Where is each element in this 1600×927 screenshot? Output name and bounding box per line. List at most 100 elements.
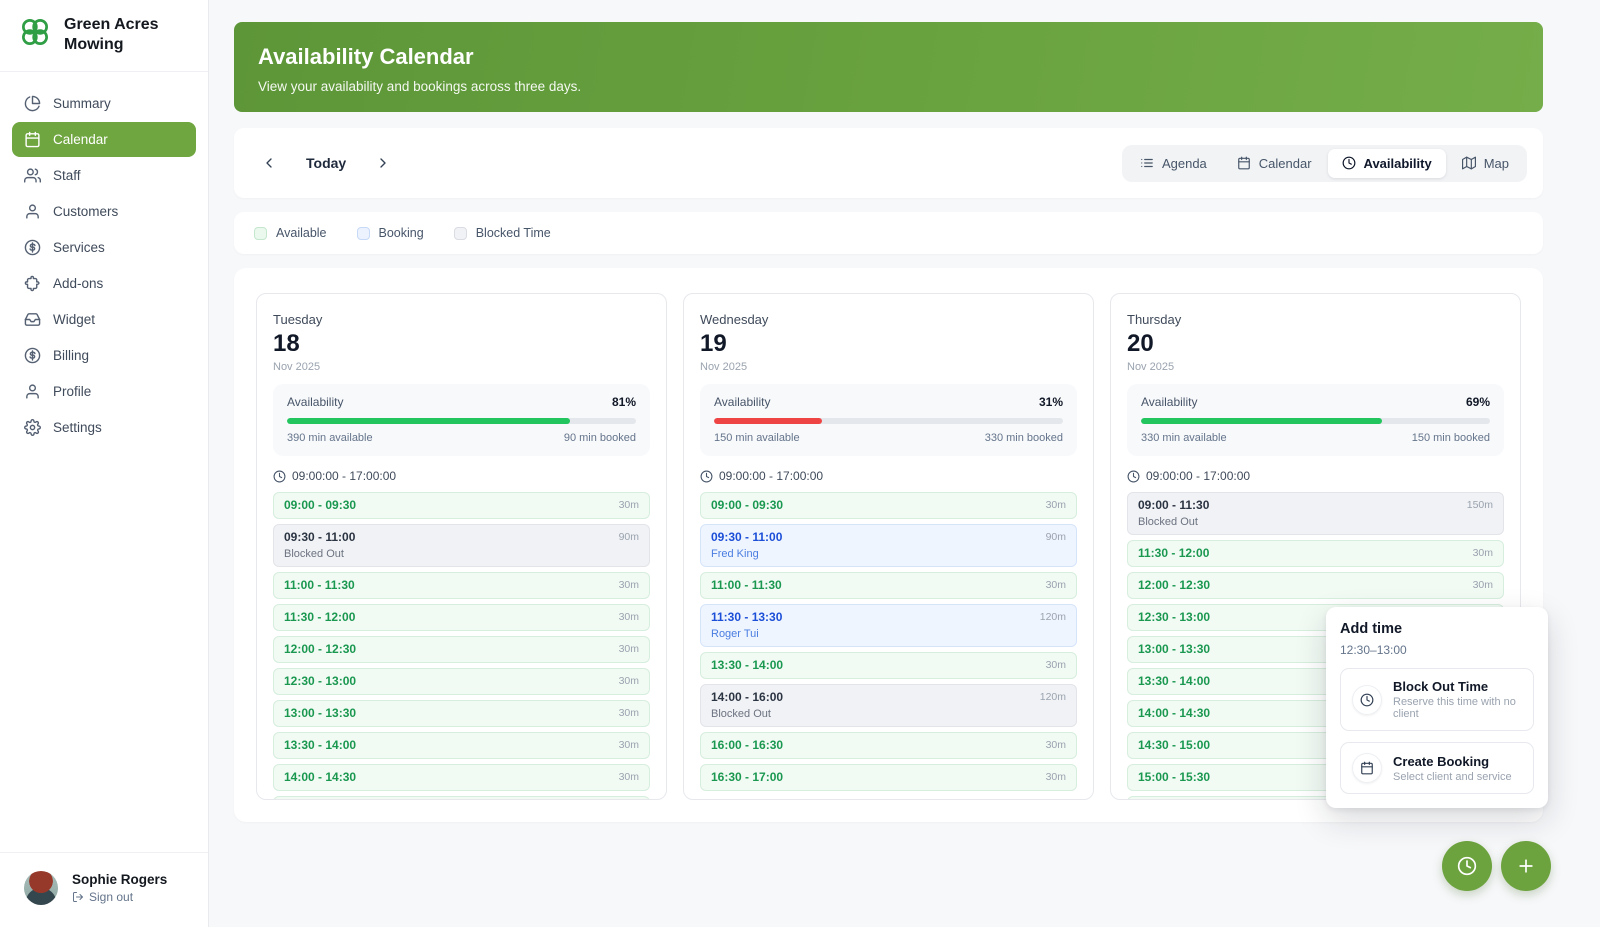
legend-swatch-available	[254, 227, 267, 240]
legend-label: Booking	[379, 226, 424, 240]
slot-time: 13:00 - 13:30	[1138, 642, 1210, 657]
day-month: Nov 2025	[700, 361, 1077, 373]
sidebar-item-calendar[interactable]: Calendar	[12, 122, 196, 157]
time-slot[interactable]: 14:30 - 15:00 30m	[273, 796, 650, 799]
avatar[interactable]	[24, 871, 58, 905]
working-hours-label: 09:00:00 - 17:00:00	[292, 469, 396, 483]
day-name: Thursday	[1127, 312, 1504, 327]
popup-option-create-booking[interactable]: Create Booking Select client and service	[1340, 742, 1534, 794]
slot-duration: 30m	[1046, 658, 1066, 673]
tab-agenda[interactable]: Agenda	[1126, 149, 1221, 178]
time-slot[interactable]: 09:00 - 11:30 Blocked Out 150m	[1127, 492, 1504, 535]
date-navigation: Today	[254, 148, 398, 178]
option-icon-wrap	[1352, 685, 1382, 715]
dollar-icon	[24, 347, 41, 364]
time-slot[interactable]: 13:30 - 14:00 30m	[700, 652, 1077, 679]
signout-button[interactable]: Sign out	[72, 890, 167, 904]
availability-fab[interactable]	[1442, 841, 1492, 891]
time-slot[interactable]: 12:30 - 13:00 30m	[273, 668, 650, 695]
time-slot[interactable]: 09:00 - 09:30 30m	[700, 492, 1077, 519]
time-slot[interactable]: 09:30 - 11:00 Fred King 90m	[700, 524, 1077, 567]
sidebar-item-label: Summary	[53, 96, 111, 111]
time-slot[interactable]: 11:30 - 12:00 30m	[273, 604, 650, 631]
time-slot[interactable]: 13:30 - 14:00 30m	[273, 732, 650, 759]
puzzle-icon	[24, 275, 41, 292]
sidebar-item-label: Staff	[53, 168, 81, 183]
availability-label: Availability	[287, 395, 343, 409]
legend-swatch-blocked	[454, 227, 467, 240]
sidebar-item-staff[interactable]: Staff	[12, 158, 196, 193]
signout-icon	[72, 891, 84, 903]
dollar-icon	[24, 239, 41, 256]
slot-time: 09:00 - 11:30	[1138, 498, 1209, 513]
sidebar: Green Acres Mowing Summary Calendar Staf…	[0, 0, 209, 927]
slot-time: 11:00 - 11:30	[284, 578, 355, 593]
slot-time: 13:30 - 14:00	[711, 658, 783, 673]
pie-icon	[24, 95, 41, 112]
time-slot[interactable]: 16:00 - 16:30 30m	[700, 732, 1077, 759]
time-slot[interactable]: 14:00 - 16:00 Blocked Out 120m	[700, 684, 1077, 727]
time-slot[interactable]: 11:00 - 11:30 30m	[273, 572, 650, 599]
slot-duration: 30m	[619, 642, 639, 657]
time-slot[interactable]: 09:30 - 11:00 Blocked Out 90m	[273, 524, 650, 567]
sidebar-item-profile[interactable]: Profile	[12, 374, 196, 409]
time-slot[interactable]: 12:00 - 12:30 30m	[1127, 572, 1504, 599]
day-name: Tuesday	[273, 312, 650, 327]
time-slot[interactable]: 11:00 - 11:30 30m	[700, 572, 1077, 599]
option-description: Select client and service	[1393, 771, 1512, 783]
legend-item-booking: Booking	[357, 226, 424, 240]
time-slot[interactable]: 09:00 - 09:30 30m	[273, 492, 650, 519]
sidebar-item-add-ons[interactable]: Add-ons	[12, 266, 196, 301]
sidebar-nav: Summary Calendar Staff Customers Service…	[0, 72, 208, 460]
slot-time: 13:30 - 14:00	[284, 738, 356, 753]
time-slot[interactable]: 11:30 - 12:00 30m	[1127, 540, 1504, 567]
day-number: 18	[273, 330, 650, 358]
sidebar-item-services[interactable]: Services	[12, 230, 196, 265]
availability-label: Availability	[714, 395, 770, 409]
page-banner: Availability Calendar View your availabi…	[234, 22, 1543, 112]
legend-label: Blocked Time	[476, 226, 551, 240]
slot-label: Blocked Out	[711, 708, 783, 721]
time-slot[interactable]: 16:30 - 17:00 30m	[700, 764, 1077, 791]
sidebar-item-label: Profile	[53, 384, 91, 399]
tab-map[interactable]: Map	[1448, 149, 1523, 178]
tab-availability[interactable]: Availability	[1328, 149, 1446, 178]
slot-time: 11:30 - 12:00	[1138, 546, 1209, 561]
time-slot[interactable]: 14:00 - 14:30 30m	[273, 764, 650, 791]
sidebar-item-label: Calendar	[53, 132, 108, 147]
availability-summary: Availability 31% 150 min available 330 m…	[700, 384, 1077, 456]
calendar-icon	[24, 131, 41, 148]
brand: Green Acres Mowing	[0, 0, 208, 72]
today-button[interactable]: Today	[306, 155, 346, 171]
sidebar-item-summary[interactable]: Summary	[12, 86, 196, 121]
sidebar-item-widget[interactable]: Widget	[12, 302, 196, 337]
sidebar-item-customers[interactable]: Customers	[12, 194, 196, 229]
time-slot[interactable]: 12:00 - 12:30 30m	[273, 636, 650, 663]
tab-calendar[interactable]: Calendar	[1223, 149, 1326, 178]
previous-day-button[interactable]	[254, 148, 284, 178]
time-slot[interactable]: 11:30 - 13:30 Roger Tui 120m	[700, 604, 1077, 647]
working-hours: 09:00:00 - 17:00:00	[700, 469, 1077, 483]
slot-duration: 90m	[1046, 530, 1066, 545]
sidebar-item-settings[interactable]: Settings	[12, 410, 196, 445]
popup-option-block-out-time[interactable]: Block Out Time Reserve this time with no…	[1340, 668, 1534, 731]
slot-label: Fred King	[711, 548, 782, 561]
user-icon	[24, 383, 41, 400]
next-day-button[interactable]	[368, 148, 398, 178]
minutes-available: 330 min available	[1141, 432, 1227, 444]
legend-item-available: Available	[254, 226, 327, 240]
legend-label: Available	[276, 226, 327, 240]
slot-list: 09:00 - 09:30 30m 09:30 - 11:00 Fred Kin…	[700, 492, 1077, 799]
brand-name: Green Acres Mowing	[64, 15, 174, 55]
sidebar-item-billing[interactable]: Billing	[12, 338, 196, 373]
sidebar-item-label: Add-ons	[53, 276, 103, 291]
availability-percent: 69%	[1466, 395, 1490, 409]
add-fab[interactable]	[1501, 841, 1551, 891]
signout-label: Sign out	[89, 890, 133, 904]
working-hours: 09:00:00 - 17:00:00	[1127, 469, 1504, 483]
slot-time: 11:30 - 13:30	[711, 610, 782, 625]
option-title: Block Out Time	[1393, 679, 1522, 694]
slot-time: 09:00 - 09:30	[711, 498, 783, 513]
time-slot[interactable]: 13:00 - 13:30 30m	[273, 700, 650, 727]
clock-icon	[1360, 693, 1374, 707]
